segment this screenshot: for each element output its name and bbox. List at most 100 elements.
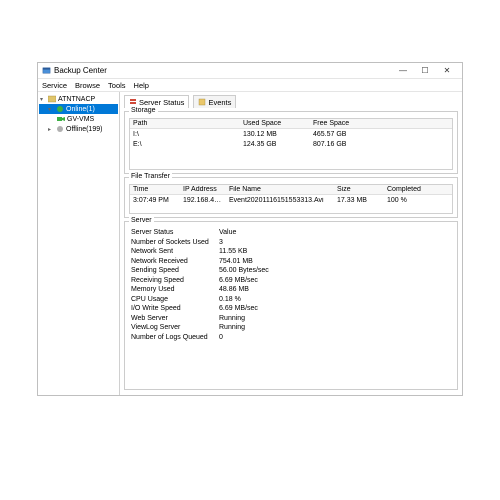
table-row: Number of Sockets Used3 [129, 238, 453, 248]
col-used[interactable]: Used Space [240, 120, 310, 127]
kv-key: CPU Usage [129, 296, 219, 303]
kv-key: Network Sent [129, 248, 219, 255]
cell-completed: 100 % [384, 197, 434, 204]
tree-item-label: Online(1) [66, 106, 95, 113]
kv-val: Running [219, 315, 453, 322]
table-row: Receiving Speed6.69 MB/sec [129, 276, 453, 286]
kv-key: I/O Write Speed [129, 305, 219, 312]
server-header-row: Server Status Value [129, 228, 453, 238]
col-size[interactable]: Size [334, 186, 384, 193]
ft-header-row: Time IP Address File Name Size Completed [130, 185, 452, 195]
device-tree: ▾ ATNTNACP ▾ Online(1) GV-VMS ▸ Offline(… [38, 92, 120, 395]
kv-val: 6.69 MB/sec [219, 305, 453, 312]
table-row: CPU Usage0.18 % [129, 295, 453, 305]
tab-events[interactable]: Events [193, 95, 236, 108]
col-value: Value [219, 229, 453, 236]
menu-browse[interactable]: Browse [75, 81, 100, 90]
kv-key: ViewLog Server [129, 324, 219, 331]
server-panel: Server Server Status Value Number of Soc… [124, 221, 458, 390]
tree-item-label: GV-VMS [67, 116, 94, 123]
tab-bar: Server Status Events [124, 94, 458, 108]
kv-key: Sending Speed [129, 267, 219, 274]
tree-item-offline[interactable]: ▸ Offline(199) [39, 124, 118, 134]
camera-icon [57, 115, 65, 123]
cell-used: 130.12 MB [240, 131, 310, 138]
cell-time: 3:07:49 PM [130, 197, 180, 204]
storage-header-row: Path Used Space Free Space [130, 119, 452, 129]
kv-val: 56.00 Bytes/sec [219, 267, 453, 274]
kv-key: Receiving Speed [129, 277, 219, 284]
kv-val: 48.86 MB [219, 286, 453, 293]
col-free[interactable]: Free Space [310, 120, 400, 127]
tree-item-online[interactable]: ▾ Online(1) [39, 104, 118, 114]
tree-item-label: Offline(199) [66, 126, 102, 133]
minimize-button[interactable]: — [392, 64, 414, 78]
expand-icon[interactable]: ▸ [48, 126, 54, 133]
menu-service[interactable]: Service [42, 81, 67, 90]
server-icon [129, 98, 137, 106]
app-icon [42, 66, 51, 75]
table-row: ViewLog ServerRunning [129, 323, 453, 333]
menu-help[interactable]: Help [134, 81, 149, 90]
cell-free: 807.16 GB [310, 141, 400, 148]
kv-val: 3 [219, 239, 453, 246]
cell-used: 124.35 GB [240, 141, 310, 148]
tree-root[interactable]: ▾ ATNTNACP [39, 94, 118, 104]
file-transfer-label: File Transfer [129, 173, 172, 180]
content-area: Server Status Events Storage Path Used S… [120, 92, 462, 395]
maximize-button[interactable]: ☐ [414, 64, 436, 78]
window-controls: — ☐ ✕ [392, 64, 458, 78]
table-row[interactable]: 3:07:49 PM 192.168.4… Event2020111615155… [130, 195, 452, 205]
kv-key: Web Server [129, 315, 219, 322]
kv-val: 11.55 KB [219, 248, 453, 255]
titlebar: Backup Center — ☐ ✕ [38, 63, 462, 79]
cell-filename: Event20201116151553313.Avi [226, 197, 334, 204]
expand-icon[interactable]: ▾ [40, 96, 46, 103]
tab-label: Server Status [139, 98, 184, 107]
col-server-status: Server Status [129, 229, 219, 236]
col-path[interactable]: Path [130, 120, 240, 127]
tree-item-gvvms[interactable]: GV-VMS [39, 114, 118, 124]
tab-label: Events [208, 98, 231, 107]
file-transfer-grid: Time IP Address File Name Size Completed… [129, 184, 453, 214]
col-ip[interactable]: IP Address [180, 186, 226, 193]
menu-tools[interactable]: Tools [108, 81, 126, 90]
kv-val: 0.18 % [219, 296, 453, 303]
cell-size: 17.33 MB [334, 197, 384, 204]
kv-val: 754.01 MB [219, 258, 453, 265]
kv-val: 0 [219, 334, 453, 341]
table-row: Memory Used48.86 MB [129, 285, 453, 295]
events-icon [198, 98, 206, 106]
kv-key: Memory Used [129, 286, 219, 293]
cell-ip: 192.168.4… [180, 197, 226, 204]
window-title: Backup Center [54, 66, 392, 75]
main-area: ▾ ATNTNACP ▾ Online(1) GV-VMS ▸ Offline(… [38, 92, 462, 395]
storage-grid: Path Used Space Free Space I:\ 130.12 MB… [129, 118, 453, 170]
table-row: Web ServerRunning [129, 314, 453, 324]
app-window: Backup Center — ☐ ✕ Service Browse Tools… [37, 62, 463, 396]
storage-panel: Storage Path Used Space Free Space I:\ 1… [124, 111, 458, 174]
table-row: Network Sent11.55 KB [129, 247, 453, 257]
kv-key: Number of Logs Queued [129, 334, 219, 341]
cell-free: 465.57 GB [310, 131, 400, 138]
expand-icon[interactable]: ▾ [48, 106, 54, 113]
menubar: Service Browse Tools Help [38, 79, 462, 92]
kv-key: Network Received [129, 258, 219, 265]
col-completed[interactable]: Completed [384, 186, 434, 193]
server-label: Server [129, 217, 154, 224]
kv-val: Running [219, 324, 453, 331]
storage-label: Storage [129, 107, 158, 114]
tree-root-label: ATNTNACP [58, 96, 95, 103]
table-row[interactable]: I:\ 130.12 MB 465.57 GB [130, 129, 452, 139]
close-button[interactable]: ✕ [436, 64, 458, 78]
col-time[interactable]: Time [130, 186, 180, 193]
host-icon [48, 95, 56, 103]
cell-path: I:\ [130, 131, 240, 138]
status-online-icon [56, 105, 64, 113]
col-filename[interactable]: File Name [226, 186, 334, 193]
kv-val: 6.69 MB/sec [219, 277, 453, 284]
table-row: Number of Logs Queued0 [129, 333, 453, 343]
status-offline-icon [56, 125, 64, 133]
table-row[interactable]: E:\ 124.35 GB 807.16 GB [130, 139, 452, 149]
file-transfer-panel: File Transfer Time IP Address File Name … [124, 177, 458, 218]
